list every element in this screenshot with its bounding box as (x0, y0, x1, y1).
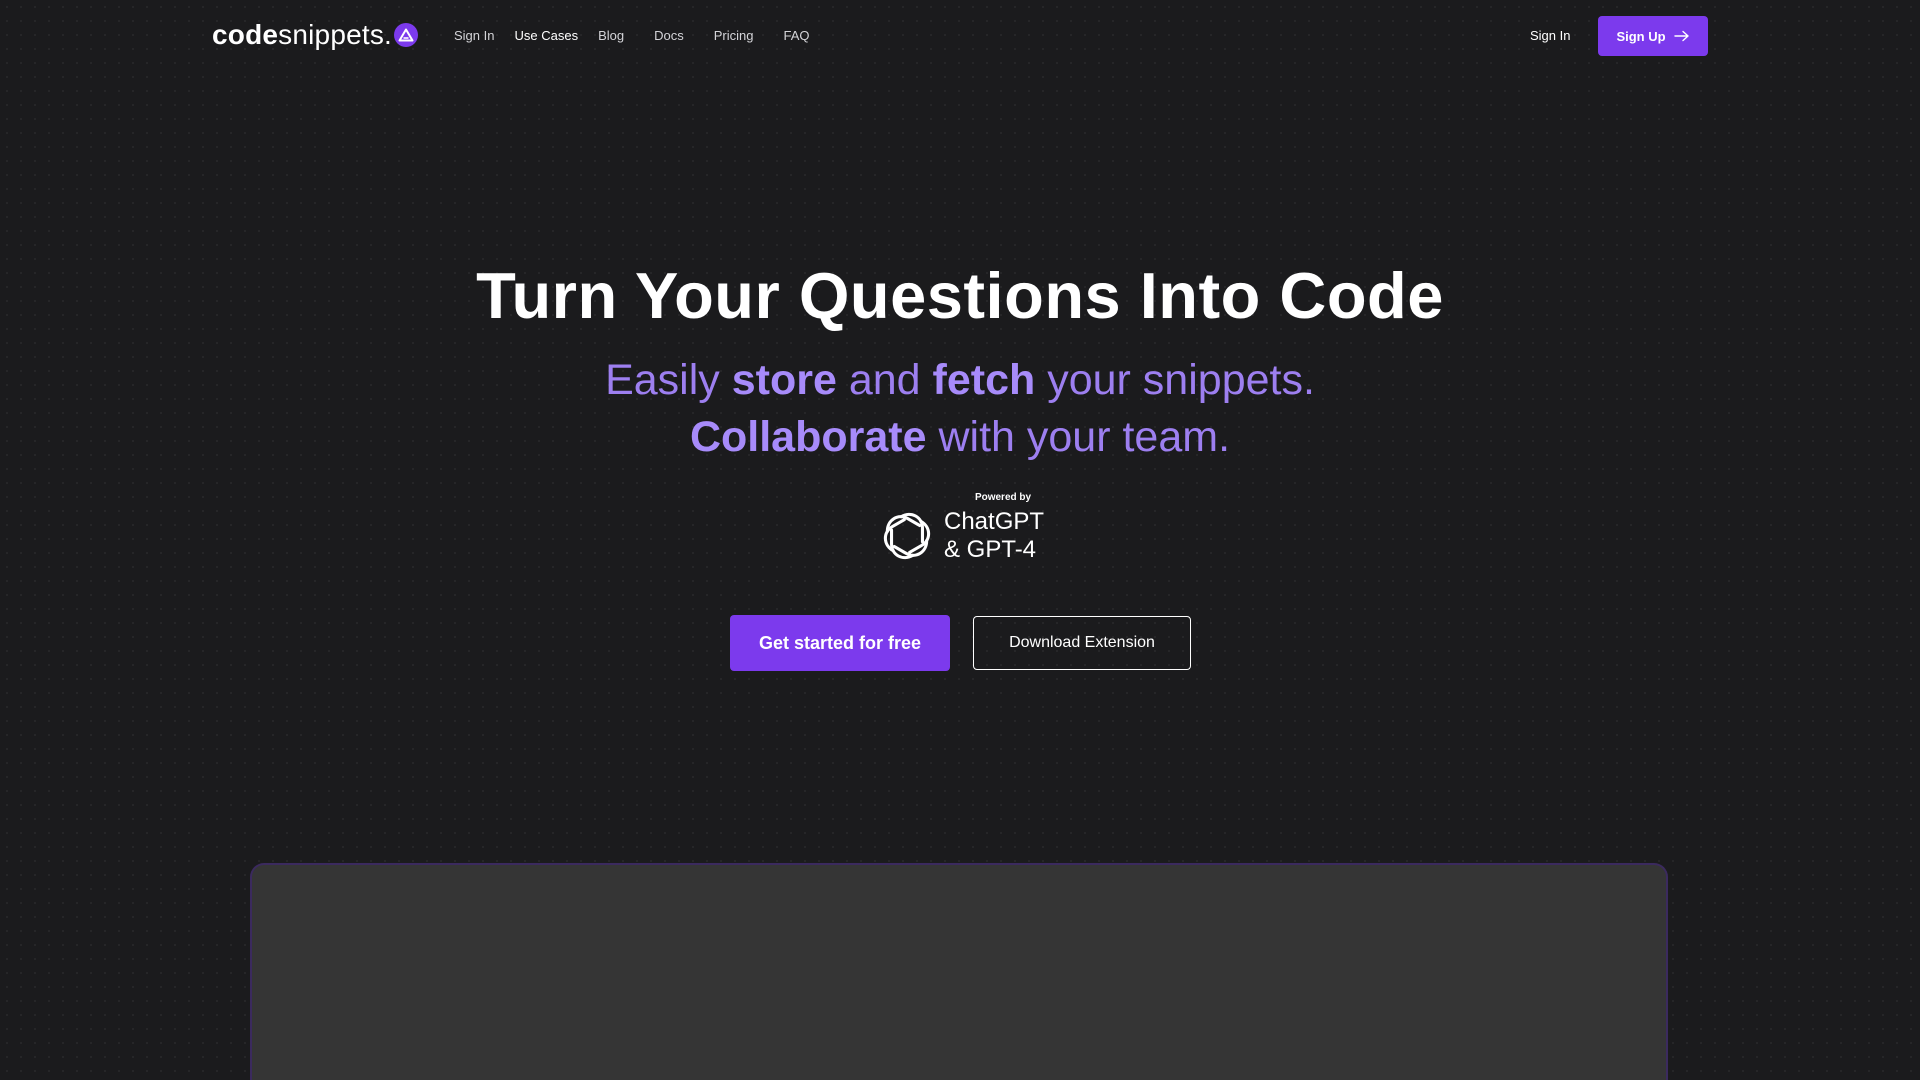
nav-use-cases[interactable]: Use Cases (514, 28, 578, 43)
logo[interactable]: code snippets. (212, 18, 419, 52)
arrow-right-icon (1673, 30, 1689, 42)
nav-blog[interactable]: Blog (598, 28, 624, 43)
hero-title: Turn Your Questions Into Code (476, 259, 1444, 332)
subtitle-text: and (836, 356, 933, 404)
powered-line-2: & GPT-4 (944, 536, 1037, 563)
sign-up-button[interactable]: Sign Up (1598, 16, 1708, 56)
sign-up-label: Sign Up (1616, 28, 1666, 44)
nav-sign-in[interactable]: Sign In (454, 28, 494, 43)
nav-docs[interactable]: Docs (654, 28, 684, 43)
logo-text-bold: code (212, 19, 279, 50)
main-nav: Sign In Use Cases Blog Docs Pricing FAQ (454, 24, 809, 46)
nav-pricing[interactable]: Pricing (714, 28, 754, 43)
hero-subtitle: Easily store and fetch your snippets. Co… (0, 352, 1920, 466)
logo-text-light: snippets. (278, 19, 393, 50)
powered-by-label: Powered by (974, 492, 1032, 503)
hero-subtitle-line-2: Collaborate with your team. (0, 409, 1920, 466)
landing-page: code snippets. Sign In Use Cases Blog Doc… (0, 0, 1920, 1080)
powered-line-1: ChatGPT (944, 508, 1045, 535)
subtitle-text: Easily (605, 356, 732, 404)
subtitle-text: your snippets. (1035, 356, 1315, 404)
powered-by-badge: Powered by ChatGPT & GPT-4 (878, 492, 1044, 565)
logo-mark-icon (394, 23, 419, 47)
powered-by-text: ChatGPT & GPT-4 (944, 508, 1044, 564)
subtitle-bold-collaborate: Collaborate (689, 413, 927, 461)
nav-faq[interactable]: FAQ (783, 28, 809, 43)
openai-icon (883, 512, 931, 560)
subtitle-text: with your team. (926, 413, 1231, 461)
powered-by-row: ChatGPT & GPT-4 (878, 507, 1044, 565)
subtitle-bold-store: store (731, 356, 837, 404)
get-started-button[interactable]: Get started for free (730, 615, 950, 671)
download-extension-button[interactable]: Download Extension (973, 616, 1191, 670)
product-preview-panel (250, 863, 1668, 1080)
header-sign-in-link[interactable]: Sign In (1530, 24, 1570, 46)
subtitle-bold-fetch: fetch (932, 356, 1036, 404)
hero-subtitle-line-1: Easily store and fetch your snippets. (0, 352, 1920, 409)
